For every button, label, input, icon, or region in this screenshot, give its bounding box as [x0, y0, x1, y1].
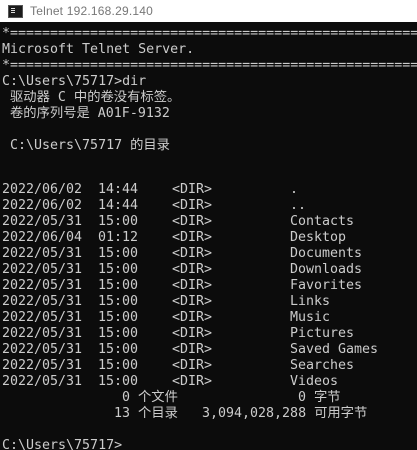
- dir-count: 13 个目录: [114, 406, 178, 421]
- entry-date: 2022/05/31: [2, 358, 83, 373]
- entry-date: 2022/06/02: [2, 182, 83, 197]
- entry-name: Videos: [290, 374, 339, 389]
- list-item: 2022/05/31 15:00 <DIR> Links: [2, 294, 417, 310]
- list-item: 2022/05/31 15:00 <DIR> Favorites: [2, 278, 417, 294]
- title-bar[interactable]: Telnet 192.168.29.140: [0, 0, 417, 22]
- entry-time: 15:00: [98, 278, 139, 293]
- entry-name: Searches: [290, 358, 355, 373]
- command-line: C:\Users\75717>dir: [2, 74, 147, 89]
- volume-serial-line: 卷的序列号是 A01F-9132: [2, 106, 170, 121]
- entry-time: 14:44: [98, 198, 139, 213]
- entry-name: Favorites: [290, 278, 363, 293]
- entry-type: <DIR>: [172, 326, 213, 341]
- entry-time: 15:00: [98, 310, 139, 325]
- separator-line: *=======================================…: [2, 26, 417, 41]
- entry-date: 2022/05/31: [2, 342, 83, 357]
- entry-type: <DIR>: [172, 230, 213, 245]
- entry-date: 2022/05/31: [2, 294, 83, 309]
- entry-date: 2022/05/31: [2, 374, 83, 389]
- list-item: 2022/06/04 01:12 <DIR> Desktop: [2, 230, 417, 246]
- entry-time: 15:00: [98, 294, 139, 309]
- entry-type: <DIR>: [172, 182, 213, 197]
- separator-line: *=======================================…: [2, 58, 417, 73]
- command-prompt[interactable]: C:\Users\75717>: [2, 438, 417, 450]
- entry-type: <DIR>: [172, 278, 213, 293]
- entry-type: <DIR>: [172, 262, 213, 277]
- entry-type: <DIR>: [172, 198, 213, 213]
- entry-type: <DIR>: [172, 342, 213, 357]
- entry-name: Contacts: [290, 214, 355, 229]
- entry-name: Links: [290, 294, 331, 309]
- list-item: 2022/05/31 15:00 <DIR> Documents: [2, 246, 417, 262]
- entry-name: Downloads: [290, 262, 363, 277]
- entry-date: 2022/06/02: [2, 198, 83, 213]
- telnet-window: Telnet 192.168.29.140 *=================…: [0, 0, 417, 450]
- entry-type: <DIR>: [172, 310, 213, 325]
- file-bytes: 0 字节: [298, 390, 341, 405]
- entry-date: 2022/05/31: [2, 262, 83, 277]
- entry-name: Desktop: [290, 230, 347, 245]
- entry-date: 2022/05/31: [2, 278, 83, 293]
- entry-time: 15:00: [98, 358, 139, 373]
- list-item: 2022/06/02 14:44 <DIR>.: [2, 182, 417, 198]
- entry-date: 2022/05/31: [2, 326, 83, 341]
- entry-time: 15:00: [98, 374, 139, 389]
- entry-date: 2022/05/31: [2, 214, 83, 229]
- entry-name: Documents: [290, 246, 363, 261]
- window-title: Telnet 192.168.29.140: [30, 4, 153, 18]
- file-count: 0 个文件: [122, 390, 178, 405]
- console-icon: [8, 4, 23, 18]
- entry-date: 2022/05/31: [2, 246, 83, 261]
- entry-name: Saved Games: [290, 342, 379, 357]
- entry-date: 2022/06/04: [2, 230, 83, 245]
- banner-line: Microsoft Telnet Server.: [2, 42, 195, 57]
- entry-type: <DIR>: [172, 374, 213, 389]
- summary-files: 0 个文件 0 字节: [2, 390, 417, 406]
- entry-time: 15:00: [98, 342, 139, 357]
- entry-time: 15:00: [98, 214, 139, 229]
- list-item: 2022/05/31 15:00 <DIR> Pictures: [2, 326, 417, 342]
- entry-name: Music: [290, 310, 331, 325]
- directory-header: C:\Users\75717 的目录: [2, 138, 170, 153]
- list-item: 2022/05/31 15:00 <DIR> Downloads: [2, 262, 417, 278]
- list-item: 2022/05/31 15:00 <DIR> Videos: [2, 374, 417, 390]
- entry-time: 15:00: [98, 262, 139, 277]
- console-output[interactable]: *=======================================…: [2, 26, 417, 450]
- entry-type: <DIR>: [172, 246, 213, 261]
- entry-date: 2022/05/31: [2, 310, 83, 325]
- entry-time: 14:44: [98, 182, 139, 197]
- entry-name: Pictures: [290, 326, 355, 341]
- entry-time: 01:12: [98, 230, 139, 245]
- summary-dirs: 13 个目录 3,094,028,288 可用字节: [2, 406, 417, 422]
- entry-type: <DIR>: [172, 294, 213, 309]
- entry-type: <DIR>: [172, 358, 213, 373]
- list-item: 2022/05/31 15:00 <DIR> Searches: [2, 358, 417, 374]
- entry-time: 15:00: [98, 326, 139, 341]
- list-item: 2022/05/31 15:00 <DIR> Saved Games: [2, 342, 417, 358]
- list-item: 2022/05/31 15:00 <DIR> Contacts: [2, 214, 417, 230]
- directory-listing: 2022/06/02 14:44 <DIR>. 2022/06/02 14:44 <DI…: [2, 182, 417, 390]
- entry-name: ..: [290, 198, 307, 213]
- entry-time: 15:00: [98, 246, 139, 261]
- volume-label-line: 驱动器 C 中的卷没有标签。: [2, 90, 181, 105]
- free-bytes: 3,094,028,288 可用字节: [202, 406, 368, 421]
- list-item: 2022/05/31 15:00 <DIR> Music: [2, 310, 417, 326]
- entry-type: <DIR>: [172, 214, 213, 229]
- list-item: 2022/06/02 14:44 <DIR>..: [2, 198, 417, 214]
- entry-name: .: [290, 182, 299, 197]
